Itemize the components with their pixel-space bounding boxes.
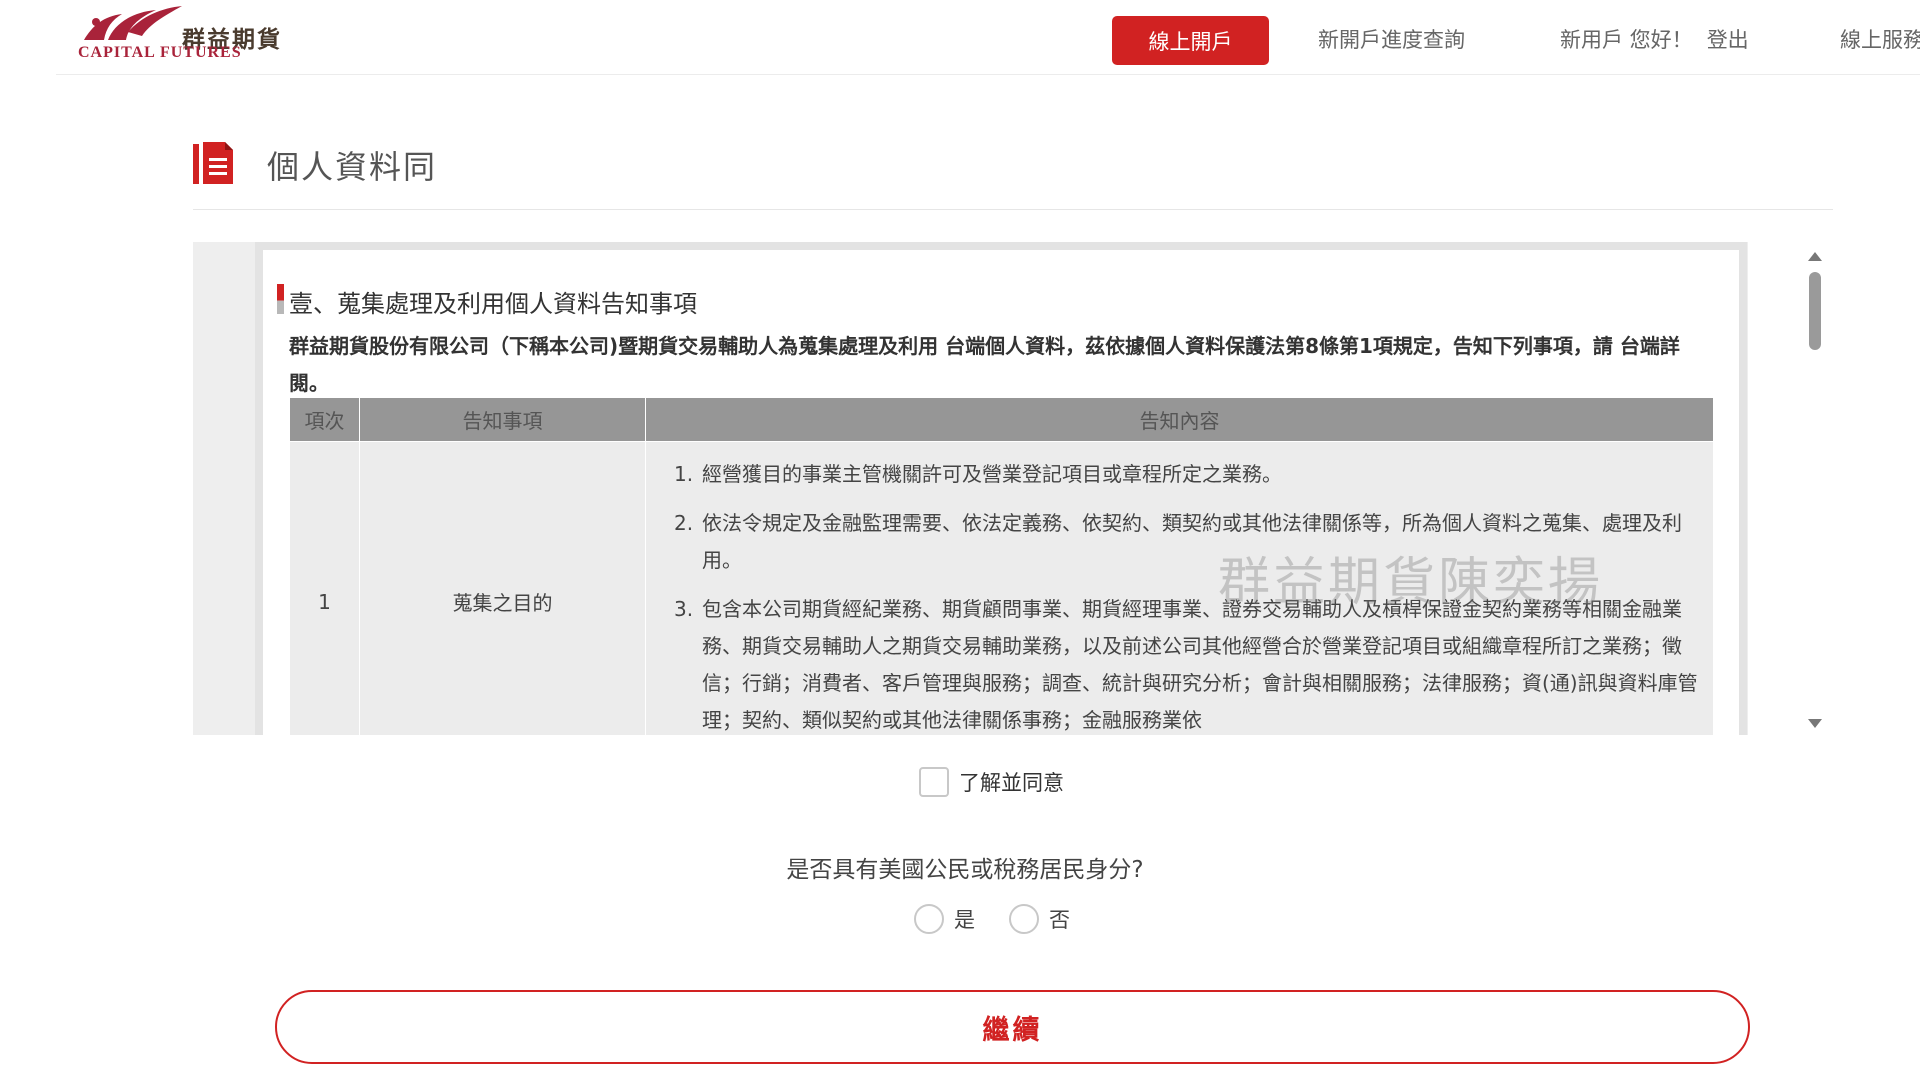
list-item: 2. 依法令規定及金融監理需要、依法定義務、依契約、類契約或其他法律關係等，所為…	[674, 505, 1699, 579]
header-index: 項次	[289, 397, 360, 442]
scroll-down-arrow-icon[interactable]	[1808, 719, 1822, 728]
list-item-number: 3.	[674, 597, 694, 621]
list-item: 1. 經營獲目的事業主管機關許可及營業登記項目或章程所定之業務。	[674, 456, 1699, 493]
header-item: 告知事項	[359, 397, 646, 442]
us-person-question: 是否具有美國公民或稅務居民身分?	[786, 857, 1144, 883]
radio-yes[interactable]	[914, 904, 944, 934]
table-row: 1 蒐集之目的 1. 經營獲目的事業主管機關許可及營業登記項目或章程所定之業務。…	[289, 441, 1714, 735]
row-index: 1	[289, 441, 360, 735]
notice-intro: 群益期貨股份有限公司（下稱本公司)暨期貨交易輔助人為蒐集處理及利用 台端個人資料…	[289, 334, 1680, 395]
row-content: 1. 經營獲目的事業主管機關許可及營業登記項目或章程所定之業務。 2. 依法令規…	[645, 441, 1714, 735]
document-icon	[193, 142, 233, 184]
radio-no-label[interactable]: 否	[1049, 904, 1070, 934]
open-account-button[interactable]: 線上開戶	[1112, 16, 1269, 65]
page-title-row: 個人資料同意	[193, 128, 1833, 210]
list-item-number: 2.	[674, 511, 694, 535]
logout-link[interactable]: 登出	[1707, 28, 1749, 52]
scroll-up-arrow-icon[interactable]	[1808, 252, 1822, 261]
agree-label[interactable]: 了解並同意	[959, 767, 1064, 797]
agree-checkbox[interactable]	[919, 767, 949, 797]
top-header: 群益期貨 CAPITAL FUTURES 線上開戶 新開戶進度查詢 新用戶 您好…	[56, 0, 1920, 75]
page-title: 個人資料同意	[267, 148, 437, 186]
online-service-link[interactable]: 線上服務	[1840, 24, 1920, 54]
radio-no[interactable]	[1009, 904, 1039, 934]
notice-paper: 壹、蒐集處理及利用個人資料告知事項 群益期貨股份有限公司（下稱本公司)暨期貨交易…	[255, 242, 1747, 735]
list-item-text: 經營獲目的事業主管機關許可及營業登記項目或章程所定之業務。	[702, 462, 1282, 486]
radio-yes-label[interactable]: 是	[954, 904, 975, 934]
row-item: 蒐集之目的	[359, 441, 646, 735]
list-item-text: 包含本公司期貨經紀業務、期貨顧問事業、期貨經理事業、證券交易輔助人及槓桿保證金契…	[702, 597, 1698, 732]
list-item-text: 依法令規定及金融監理需要、依法定義務、依契約、類契約或其他法律關係等，所為個人資…	[702, 511, 1682, 572]
scroll-thumb[interactable]	[1809, 272, 1821, 350]
capital-futures-logo[interactable]: 群益期貨 CAPITAL FUTURES	[78, 6, 298, 66]
progress-query-link[interactable]: 新開戶進度查詢	[1318, 24, 1465, 54]
agree-checkbox-row[interactable]: 了解並同意	[919, 767, 1064, 797]
notice-table: 項次 告知事項 告知內容 1 蒐集之目的 1. 經營獲目的事業主管機關許可及營業…	[289, 397, 1714, 735]
table-header-row: 項次 告知事項 告知內容	[289, 397, 1714, 442]
user-greeting: 新用戶 您好！ 登出	[1560, 24, 1749, 54]
continue-button[interactable]: 繼續	[275, 990, 1750, 1064]
section-title: 壹、蒐集處理及利用個人資料告知事項	[277, 284, 697, 319]
notice-scroll-area[interactable]: 壹、蒐集處理及利用個人資料告知事項 群益期貨股份有限公司（下稱本公司)暨期貨交易…	[193, 242, 1748, 735]
notice-scrollbar[interactable]	[1800, 248, 1830, 732]
brand-name-en: CAPITAL FUTURES	[78, 44, 242, 61]
radio-option-no[interactable]: 否	[1009, 904, 1070, 934]
list-item: 3. 包含本公司期貨經紀業務、期貨顧問事業、期貨經理事業、證券交易輔助人及槓桿保…	[674, 591, 1699, 735]
us-person-radio-group: 是 否	[914, 904, 1104, 934]
header-content: 告知內容	[645, 397, 1714, 442]
list-item-number: 1.	[674, 462, 694, 486]
greeting-text: 新用戶 您好！	[1560, 28, 1693, 52]
brand-bird-icon	[84, 6, 182, 40]
content-list: 1. 經營獲目的事業主管機關許可及營業登記項目或章程所定之業務。 2. 依法令規…	[674, 456, 1699, 735]
radio-option-yes[interactable]: 是	[914, 904, 975, 934]
